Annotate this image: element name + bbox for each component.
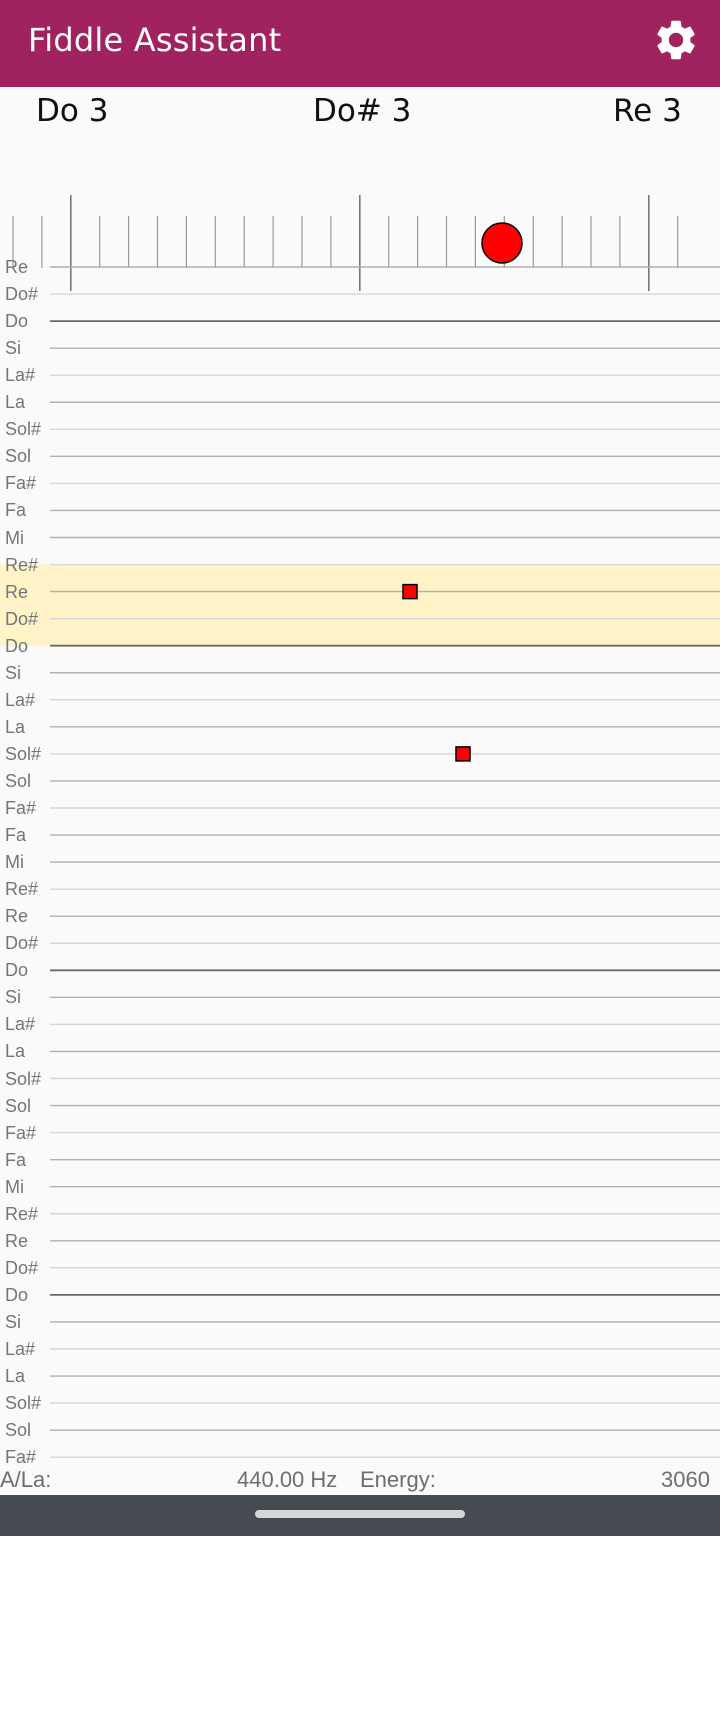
- staff-note-label: Sol#: [5, 1068, 42, 1089]
- staff-note-label: Do#: [5, 284, 39, 305]
- app-title: Fiddle Assistant: [28, 21, 282, 59]
- staff-labels: Re Do# Do Si La# La Sol# Sol Fa# Fa Mi Re# Re Do# Do Si…: [0, 87, 50, 1495]
- settings-button[interactable]: [652, 16, 700, 64]
- gear-icon: [657, 20, 695, 60]
- staff-note-label: Fa: [5, 500, 27, 521]
- staff-note-label: Si: [5, 1311, 22, 1332]
- staff-note-label: La#: [5, 1339, 36, 1359]
- staff-note-label: Do: [5, 311, 29, 332]
- staff-note-label: Do#: [5, 1257, 39, 1278]
- staff-note-label: Si: [5, 987, 22, 1008]
- energy-label: Energy:: [360, 1467, 436, 1492]
- staff-note-label: Fa: [5, 1149, 27, 1170]
- staff-note-label: La#: [5, 1014, 36, 1035]
- energy-value: 3060: [661, 1467, 710, 1492]
- status-footer: A/La: 440.00 Hz Energy: 3060: [0, 1461, 720, 1495]
- staff-note-label: Do#: [5, 933, 39, 954]
- staff-note-label: Fa#: [5, 798, 37, 818]
- app-bar: Fiddle Assistant: [0, 0, 720, 87]
- staff-note-label: Mi: [5, 527, 24, 548]
- staff-note-label: Re: [5, 906, 29, 927]
- reference-value: 440.00 Hz: [237, 1467, 338, 1492]
- staff-note-label: La: [5, 392, 26, 413]
- home-gesture-handle[interactable]: [255, 1510, 465, 1518]
- staff-note-label: Si: [5, 662, 22, 683]
- staff-note-label: Sol#: [5, 419, 42, 440]
- staff-note-label: Fa#: [5, 1122, 37, 1143]
- pitch-marker: [402, 583, 418, 600]
- staff-note-label: Si: [5, 338, 22, 359]
- staff-note-label: Mi: [5, 852, 24, 873]
- staff-note-label: Sol: [5, 1095, 32, 1116]
- staff-note-label: Do: [5, 960, 29, 981]
- staff-note-label: Sol: [5, 770, 32, 791]
- staff-note-label: Sol: [5, 446, 32, 467]
- staff-note-label: La: [5, 716, 26, 737]
- staff-note-label: Re: [5, 1230, 29, 1251]
- staff-note-label: Sol#: [5, 1393, 42, 1414]
- staff-note-label: Do: [5, 1284, 29, 1305]
- staff-note-label: Re: [5, 581, 29, 602]
- staff-note-label: Re#: [5, 879, 39, 900]
- staff-note-label: Re#: [5, 1203, 39, 1224]
- staff-note-label: Sol#: [5, 743, 42, 764]
- reference-label: A/La:: [0, 1467, 52, 1492]
- staff-note-label: Re: [5, 257, 29, 277]
- main-content: Do 3 Do# 3 Re 3 Re Do# Do Si La# La Sol# Sol Fa#…: [0, 87, 720, 1495]
- staff-note-label: La: [5, 1366, 26, 1387]
- pitch-marker: [455, 746, 471, 762]
- staff-note-label: Re#: [5, 554, 39, 575]
- staff-note-label: La: [5, 1041, 26, 1062]
- staff-note-label: Do#: [5, 608, 39, 629]
- staff-note-label: La#: [5, 365, 36, 386]
- pitch-staff: [0, 266, 720, 1458]
- staff-note-label: Do: [5, 635, 29, 656]
- current-note-highlight: [0, 564, 720, 646]
- staff-note-label: Fa: [5, 825, 27, 846]
- staff-note-label: Sol: [5, 1420, 32, 1441]
- staff-note-label: La#: [5, 689, 36, 710]
- navigation-bar: [0, 1495, 720, 1536]
- staff-note-label: Mi: [5, 1176, 24, 1197]
- staff-note-label: Fa#: [5, 473, 37, 494]
